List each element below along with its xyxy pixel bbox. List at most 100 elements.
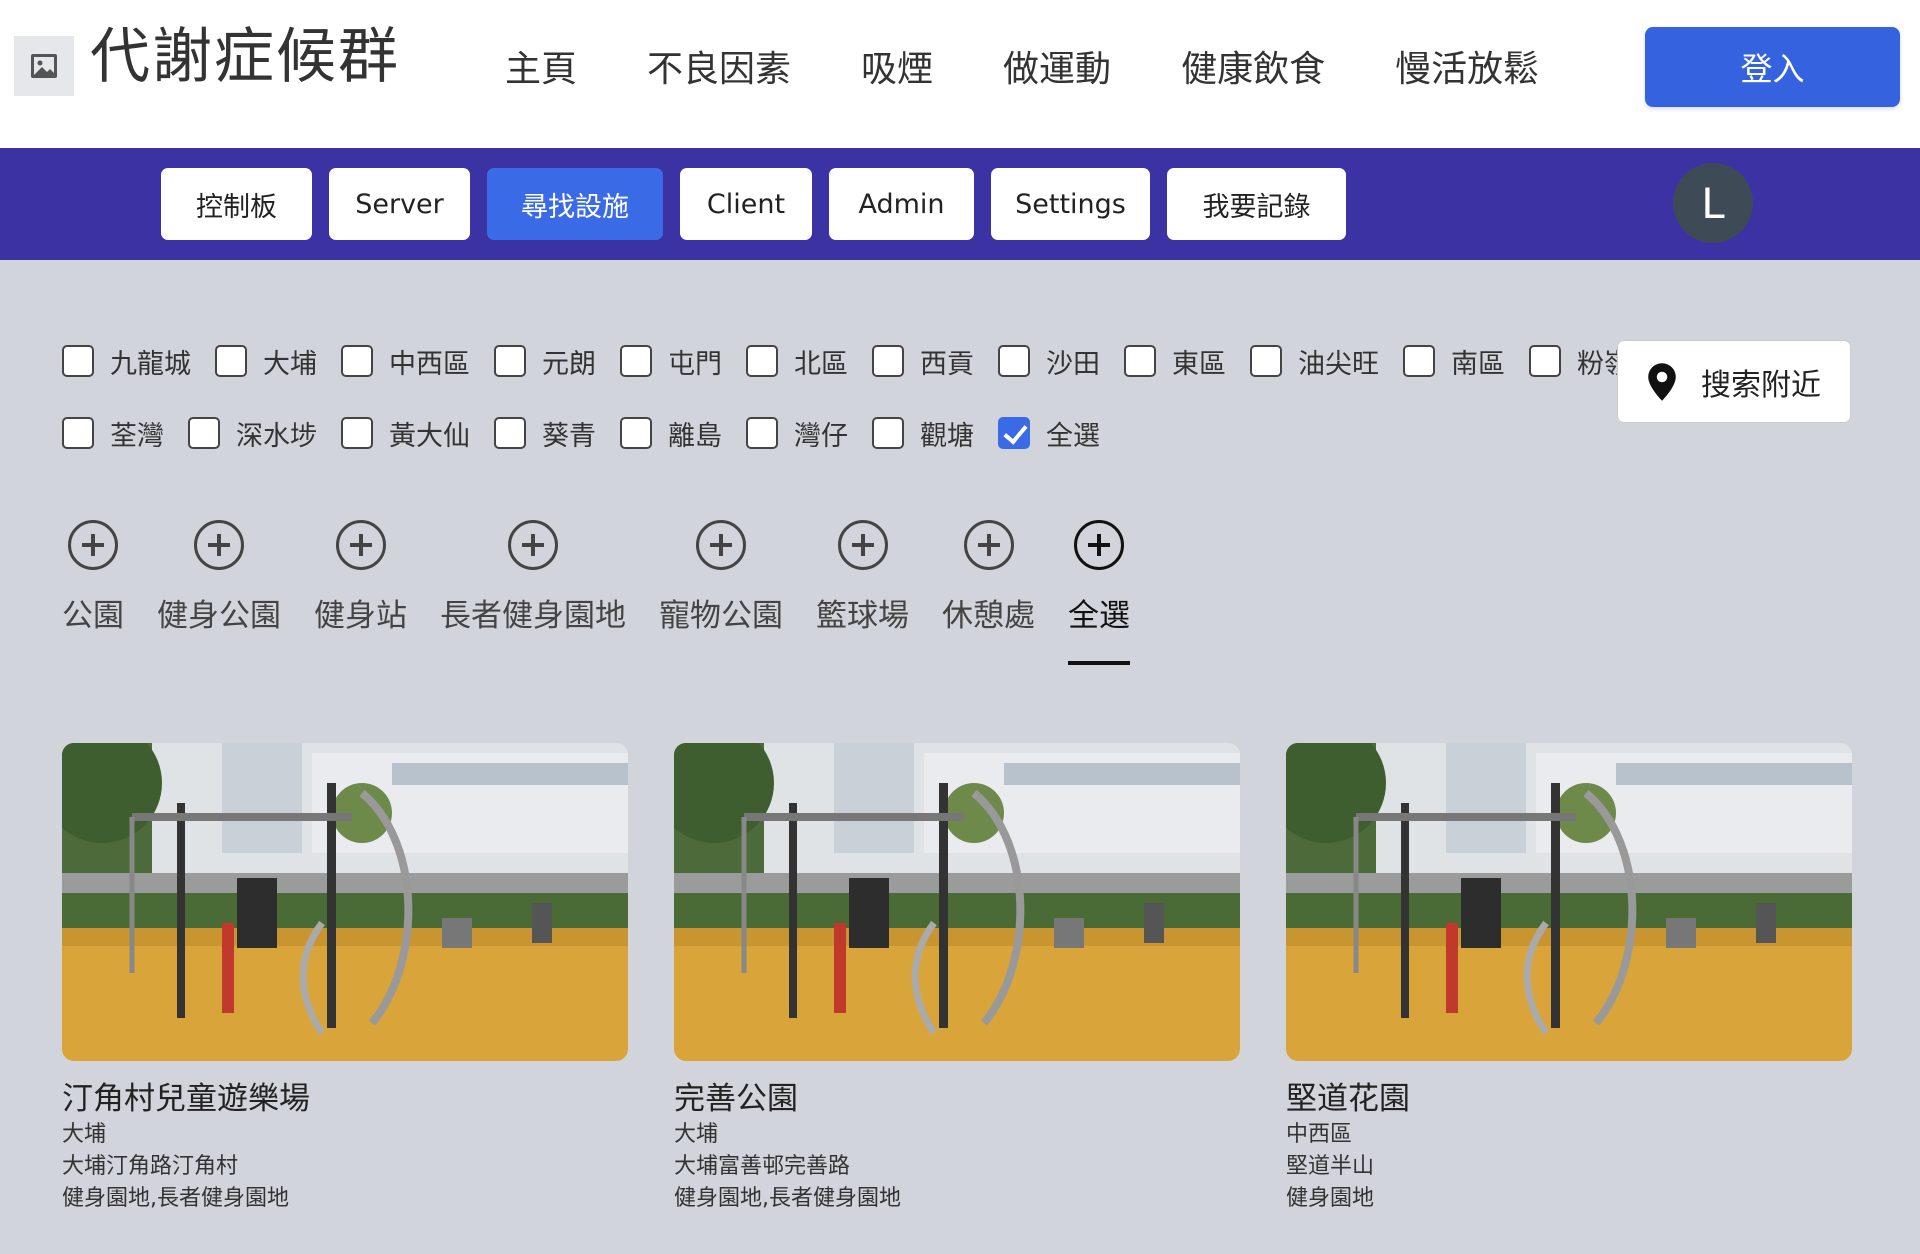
district-checkbox[interactable]: 九龍城 — [62, 342, 191, 381]
facility-photo — [1286, 743, 1852, 1061]
facility-address: 大埔汀角路汀角村 — [62, 1154, 239, 1179]
tab-dashboard[interactable]: 控制板 — [161, 168, 312, 240]
checkbox[interactable] — [872, 345, 904, 377]
checkbox[interactable] — [1403, 345, 1435, 377]
facility-type-select-all[interactable]: 全選 — [1068, 520, 1130, 665]
facility-title: 完善公園 — [674, 1081, 798, 1117]
facility-address: 堅道半山 — [1286, 1154, 1375, 1179]
checkbox[interactable] — [341, 345, 373, 377]
checkbox[interactable] — [620, 417, 652, 449]
broken-image-icon — [14, 36, 74, 96]
district-checkbox[interactable]: 離島 — [620, 414, 722, 453]
facility-types: 健身園地 — [1286, 1186, 1375, 1211]
facility-title: 汀角村兒童遊樂場 — [62, 1081, 310, 1117]
district-checkbox[interactable]: 深水埗 — [188, 414, 317, 453]
district-checkbox[interactable]: 東區 — [1124, 342, 1226, 381]
checkbox[interactable] — [746, 345, 778, 377]
district-checkbox[interactable]: 黃大仙 — [341, 414, 470, 453]
location-pin-icon — [1648, 362, 1676, 401]
district-checkbox[interactable]: 荃灣 — [62, 414, 164, 453]
tab-server[interactable]: Server — [329, 168, 470, 240]
facility-district: 大埔 — [674, 1122, 719, 1147]
facility-type-fitness-station[interactable]: 健身站 — [314, 520, 407, 635]
district-checkbox[interactable]: 粉嶺 — [1529, 342, 1631, 381]
district-checkbox[interactable]: 大埔 — [215, 342, 317, 381]
checkbox[interactable] — [1124, 345, 1156, 377]
site-title: 代謝症候群 — [90, 22, 400, 92]
plus-circle-icon — [68, 520, 118, 570]
facility-card-list: 汀角村兒童遊樂場 大埔 大埔汀角路汀角村 健身園地,長者健身園地 完善公園 大埔… — [62, 743, 1852, 1215]
checkbox[interactable] — [341, 417, 373, 449]
facility-type-basketball-court[interactable]: 籃球場 — [816, 520, 909, 635]
tab-client[interactable]: Client — [680, 168, 812, 240]
facility-type-elderly-fitness[interactable]: 長者健身園地 — [440, 520, 626, 635]
district-checkbox[interactable]: 屯門 — [620, 342, 722, 381]
facility-title: 堅道花園 — [1286, 1081, 1410, 1117]
facility-type-filter: 公園 健身公園 健身站 長者健身園地 寵物公園 籃球場 休憩處 全選 — [62, 520, 1163, 665]
facility-type-fitness-park[interactable]: 健身公園 — [157, 520, 281, 635]
nav-relax[interactable]: 慢活放鬆 — [1395, 40, 1539, 92]
district-checkbox[interactable]: 油尖旺 — [1250, 342, 1379, 381]
checkbox[interactable] — [215, 345, 247, 377]
checkbox[interactable] — [494, 345, 526, 377]
checkbox[interactable] — [62, 345, 94, 377]
plus-circle-icon — [194, 520, 244, 570]
plus-circle-icon — [837, 520, 888, 570]
district-checkbox[interactable]: 西貢 — [872, 342, 974, 381]
facility-photo — [62, 743, 628, 1061]
active-tab-underline — [1068, 661, 1130, 665]
facility-types: 健身園地,長者健身園地 — [674, 1186, 901, 1211]
plus-circle-icon — [1074, 520, 1124, 570]
checkbox-checked[interactable] — [998, 417, 1030, 449]
tab-find-facilities[interactable]: 尋找設施 — [487, 168, 663, 240]
facility-types: 健身園地,長者健身園地 — [62, 1186, 289, 1211]
district-checkbox[interactable]: 灣仔 — [746, 414, 848, 453]
checkbox[interactable] — [998, 345, 1030, 377]
district-checkbox[interactable]: 沙田 — [998, 342, 1100, 381]
plus-circle-icon — [508, 520, 558, 570]
nav-exercise[interactable]: 做運動 — [1003, 40, 1111, 92]
tab-admin[interactable]: Admin — [829, 168, 974, 240]
tab-settings[interactable]: Settings — [991, 168, 1150, 240]
district-row-2: 荃灣 深水埗 黃大仙 葵青 離島 灣仔 觀塘 全選 — [62, 410, 1582, 456]
checkbox[interactable] — [494, 417, 526, 449]
district-filter: 九龍城 大埔 中西區 元朗 屯門 北區 西貢 沙田 東區 油尖旺 南區 粉嶺 荃… — [62, 338, 1631, 482]
checkbox[interactable] — [1250, 345, 1282, 377]
facility-card[interactable]: 堅道花園 中西區 堅道半山 健身園地 — [1286, 743, 1852, 1215]
facility-type-sitting-out-area[interactable]: 休憩處 — [942, 520, 1035, 635]
facility-district: 大埔 — [62, 1122, 107, 1147]
nav-smoking[interactable]: 吸煙 — [861, 40, 933, 92]
facility-district: 中西區 — [1286, 1122, 1353, 1147]
plus-circle-icon — [963, 520, 1014, 570]
checkbox[interactable] — [188, 417, 220, 449]
nav-home[interactable]: 主頁 — [505, 40, 577, 92]
checkbox[interactable] — [62, 417, 94, 449]
district-checkbox[interactable]: 葵青 — [494, 414, 596, 453]
checkbox[interactable] — [746, 417, 778, 449]
user-avatar[interactable]: L — [1673, 163, 1753, 243]
facility-address: 大埔富善邨完善路 — [674, 1154, 851, 1179]
checkbox[interactable] — [872, 417, 904, 449]
search-nearby-label: 搜索附近 — [1701, 368, 1821, 402]
plus-circle-icon — [335, 520, 386, 570]
facility-card[interactable]: 汀角村兒童遊樂場 大埔 大埔汀角路汀角村 健身園地,長者健身園地 — [62, 743, 628, 1215]
facility-photo — [674, 743, 1240, 1061]
nav-risk-factors[interactable]: 不良因素 — [647, 40, 791, 92]
district-checkbox[interactable]: 觀塘 — [872, 414, 974, 453]
facility-type-park[interactable]: 公園 — [62, 520, 124, 635]
checkbox[interactable] — [620, 345, 652, 377]
district-checkbox[interactable]: 中西區 — [341, 342, 470, 381]
facility-card[interactable]: 完善公園 大埔 大埔富善邨完善路 健身園地,長者健身園地 — [674, 743, 1240, 1215]
top-header: 代謝症候群 主頁 不良因素 吸煙 做運動 健康飲食 慢活放鬆 登入 — [0, 0, 1920, 148]
search-nearby-button[interactable]: 搜索附近 — [1617, 340, 1851, 423]
district-checkbox[interactable]: 南區 — [1403, 342, 1505, 381]
tab-record[interactable]: 我要記錄 — [1167, 168, 1346, 240]
select-all-districts-checkbox[interactable]: 全選 — [998, 414, 1100, 453]
main-nav: 主頁 不良因素 吸煙 做運動 健康飲食 慢活放鬆 — [505, 40, 1609, 92]
district-checkbox[interactable]: 元朗 — [494, 342, 596, 381]
nav-healthy-diet[interactable]: 健康飲食 — [1181, 40, 1325, 92]
facility-type-pet-park[interactable]: 寵物公園 — [659, 520, 783, 635]
district-checkbox[interactable]: 北區 — [746, 342, 848, 381]
login-button[interactable]: 登入 — [1645, 27, 1900, 107]
checkbox[interactable] — [1529, 345, 1561, 377]
